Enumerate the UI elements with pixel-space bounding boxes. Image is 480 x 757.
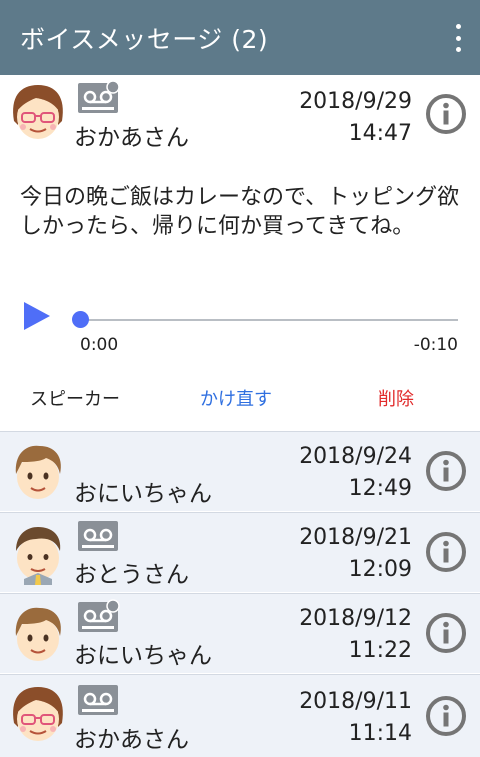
caller-name: おかあさん	[74, 727, 189, 753]
unread-dot-icon	[106, 80, 120, 94]
more-vert-icon[interactable]	[454, 24, 462, 52]
expanded-message: おかあさん 2018/9/29 14:47 今日の晩ご飯はカレーなので、トッピン…	[0, 75, 480, 431]
info-icon[interactable]	[425, 695, 467, 737]
voicemail-icon	[78, 685, 118, 715]
caller-name: おにいちゃん	[74, 643, 212, 669]
brother-avatar-icon	[6, 440, 70, 504]
message-time: 11:22	[348, 638, 412, 663]
message-time: 11:14	[348, 721, 412, 746]
info-icon[interactable]	[425, 450, 467, 492]
message-date: 2018/9/29	[299, 89, 412, 114]
message-date: 2018/9/24	[299, 444, 412, 469]
call-back-button[interactable]: かけ直す	[200, 385, 272, 411]
remaining-time: -0:10	[413, 335, 458, 355]
info-icon[interactable]	[425, 612, 467, 654]
caller-name: おとうさん	[74, 562, 189, 588]
message-time: 14:47	[348, 121, 412, 146]
brother-avatar-icon	[6, 602, 70, 666]
transcript-text: 今日の晩ご飯はカレーなので、トッピング欲しかったら、帰りに何か買ってきてね。	[20, 185, 460, 239]
message-date: 2018/9/21	[299, 525, 412, 550]
message-time: 12:09	[348, 557, 412, 582]
caller-name: おかあさん	[74, 125, 189, 151]
page-title: ボイスメッセージ (2)	[20, 25, 269, 54]
seek-thumb[interactable]	[72, 311, 89, 328]
app-bar: ボイスメッセージ (2)	[0, 0, 480, 75]
seek-track[interactable]	[80, 319, 458, 321]
list-item[interactable]: おにいちゃん 2018/9/12 11:22	[0, 593, 480, 673]
list-item[interactable]: おかあさん 2018/9/11 11:14	[0, 674, 480, 757]
mother-avatar-icon	[6, 683, 70, 747]
voicemail-icon	[78, 521, 118, 551]
list-item[interactable]: おにいちゃん 2018/9/24 12:49	[0, 431, 480, 511]
delete-button[interactable]: 削除	[378, 385, 414, 411]
message-date: 2018/9/11	[299, 689, 412, 714]
unread-dot-icon	[106, 599, 120, 613]
list-item[interactable]: おとうさん 2018/9/21 12:09	[0, 512, 480, 592]
mother-avatar-icon	[6, 81, 70, 145]
info-icon[interactable]	[425, 531, 467, 573]
caller-name: おにいちゃん	[74, 481, 212, 507]
father-avatar-icon	[6, 521, 70, 585]
message-date: 2018/9/12	[299, 606, 412, 631]
message-time: 12:49	[348, 476, 412, 501]
speaker-button[interactable]: スピーカー	[30, 385, 120, 411]
play-icon[interactable]	[22, 300, 52, 332]
info-icon[interactable]	[425, 93, 467, 135]
elapsed-time: 0:00	[80, 335, 119, 355]
